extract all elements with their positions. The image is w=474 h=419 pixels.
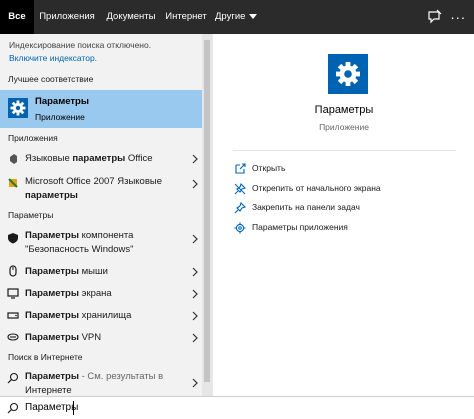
- section-best-match: Лучшее соответствие: [8, 74, 94, 84]
- result-office-2007-language[interactable]: Microsoft Office 2007 Языковые параметры: [0, 173, 202, 207]
- pin-icon: [234, 201, 247, 214]
- unpin-icon: [234, 182, 247, 195]
- best-match-title: Параметры: [35, 96, 89, 107]
- tab-documents[interactable]: Документы: [104, 0, 158, 34]
- chevron-right-icon[interactable]: [191, 333, 199, 343]
- result-label-bold: параметры: [72, 153, 126, 164]
- filter-tab-bar: Все Приложения Документы Интернет Другие…: [0, 0, 474, 34]
- chevron-right-icon[interactable]: [191, 154, 199, 164]
- gear-icon: [8, 98, 28, 118]
- search-input[interactable]: Параметры: [25, 402, 78, 413]
- chevron-right-icon[interactable]: [191, 289, 199, 299]
- preview-title: Параметры: [314, 104, 374, 116]
- tab-more-label: Другие: [215, 11, 246, 22]
- results-scrollbar[interactable]: [202, 34, 212, 396]
- section-settings: Параметры: [8, 210, 54, 220]
- more-icon: ···: [450, 9, 466, 25]
- search-icon: [7, 372, 19, 384]
- action-label: Открепить от начального экрана: [252, 183, 381, 193]
- open-icon: [234, 163, 246, 175]
- vpn-icon: [7, 331, 19, 343]
- result-label-rest: компонента: [78, 230, 134, 241]
- result-label-rest: экрана: [78, 288, 112, 299]
- chevron-right-icon[interactable]: [191, 311, 199, 321]
- result-label-pre: Языковые: [25, 153, 73, 164]
- section-web: Поиск в Интернете: [8, 352, 83, 362]
- gear-icon: [328, 54, 368, 94]
- gear-icon: [234, 222, 246, 234]
- result-label-bold: Параметры: [25, 288, 79, 299]
- action-open[interactable]: Открыть: [234, 162, 464, 178]
- section-apps: Приложения: [8, 133, 58, 143]
- chevron-right-icon[interactable]: [191, 234, 199, 244]
- result-label-rest: VPN: [78, 332, 102, 343]
- result-mouse-settings[interactable]: Параметры мыши: [0, 262, 202, 282]
- result-label-line2: Интернете: [25, 385, 72, 396]
- result-label-bold: Параметры: [25, 230, 79, 241]
- result-label-bold: Параметры: [25, 266, 79, 277]
- result-label-rest: мыши: [78, 266, 108, 277]
- result-label-post: Office: [125, 153, 153, 164]
- chevron-right-icon[interactable]: [191, 179, 199, 189]
- result-web-search[interactable]: Параметры - См. результаты в Интернете: [0, 368, 202, 396]
- result-label-rest: - См. результаты в: [78, 371, 164, 382]
- action-app-settings[interactable]: Параметры приложения: [234, 221, 464, 237]
- result-vpn-settings[interactable]: Параметры VPN: [0, 328, 202, 348]
- feedback-icon: [428, 9, 442, 24]
- enable-indexer-link[interactable]: Включите индексатор.: [9, 53, 97, 63]
- tab-more[interactable]: Другие: [215, 0, 258, 34]
- chevron-down-icon: [249, 13, 258, 19]
- result-office-language[interactable]: Языковые параметры Office: [0, 149, 202, 169]
- tab-web[interactable]: Интернет: [165, 0, 207, 34]
- shield-icon: [7, 232, 19, 244]
- text-cursor: [73, 401, 74, 415]
- result-label-bold: параметры: [25, 190, 78, 201]
- action-label: Параметры приложения: [252, 222, 348, 232]
- tab-all[interactable]: Все: [0, 0, 34, 34]
- action-label: Открыть: [252, 163, 286, 173]
- preview-panel: Параметры Приложение Открыть Открепить о…: [212, 34, 474, 396]
- chevron-right-icon[interactable]: [191, 378, 199, 388]
- best-match-item[interactable]: Параметры Приложение: [0, 90, 202, 128]
- result-storage-settings[interactable]: Параметры хранилища: [0, 306, 202, 326]
- result-windows-security[interactable]: Параметры компонента "Безопасность Windo…: [0, 228, 202, 260]
- search-icon: [7, 402, 19, 414]
- result-label-line2: "Безопасность Windows": [25, 244, 134, 255]
- more-options-button[interactable]: ···: [448, 7, 468, 27]
- chevron-right-icon[interactable]: [191, 267, 199, 277]
- result-label-rest: хранилища: [78, 310, 132, 321]
- result-label-bold: Параметры: [25, 310, 79, 321]
- storage-icon: [7, 309, 19, 321]
- result-label-line1: Microsoft Office 2007 Языковые: [25, 176, 162, 187]
- divider: [233, 150, 456, 151]
- action-unpin-start[interactable]: Открепить от начального экрана: [234, 182, 464, 198]
- result-label-bold: Параметры: [25, 371, 79, 382]
- scrollbar-thumb[interactable]: [204, 40, 210, 382]
- search-box[interactable]: Параметры: [0, 396, 474, 419]
- action-pin-taskbar[interactable]: Закрепить на панели задач: [234, 201, 464, 217]
- mouse-icon: [7, 265, 19, 277]
- results-panel: Индексирование поиска отключено. Включит…: [0, 34, 212, 396]
- tab-apps[interactable]: Приложения: [38, 0, 96, 34]
- feedback-button[interactable]: [425, 7, 445, 27]
- display-icon: [7, 287, 19, 299]
- result-label-bold: Параметры: [25, 332, 79, 343]
- office-language-icon: [7, 153, 19, 165]
- result-display-settings[interactable]: Параметры экрана: [0, 284, 202, 304]
- office-2007-icon: [7, 177, 19, 189]
- preview-subtitle: Приложение: [319, 122, 369, 132]
- action-label: Закрепить на панели задач: [252, 202, 360, 212]
- best-match-subtitle: Приложение: [35, 112, 85, 122]
- indexing-notice: Индексирование поиска отключено.: [9, 40, 152, 50]
